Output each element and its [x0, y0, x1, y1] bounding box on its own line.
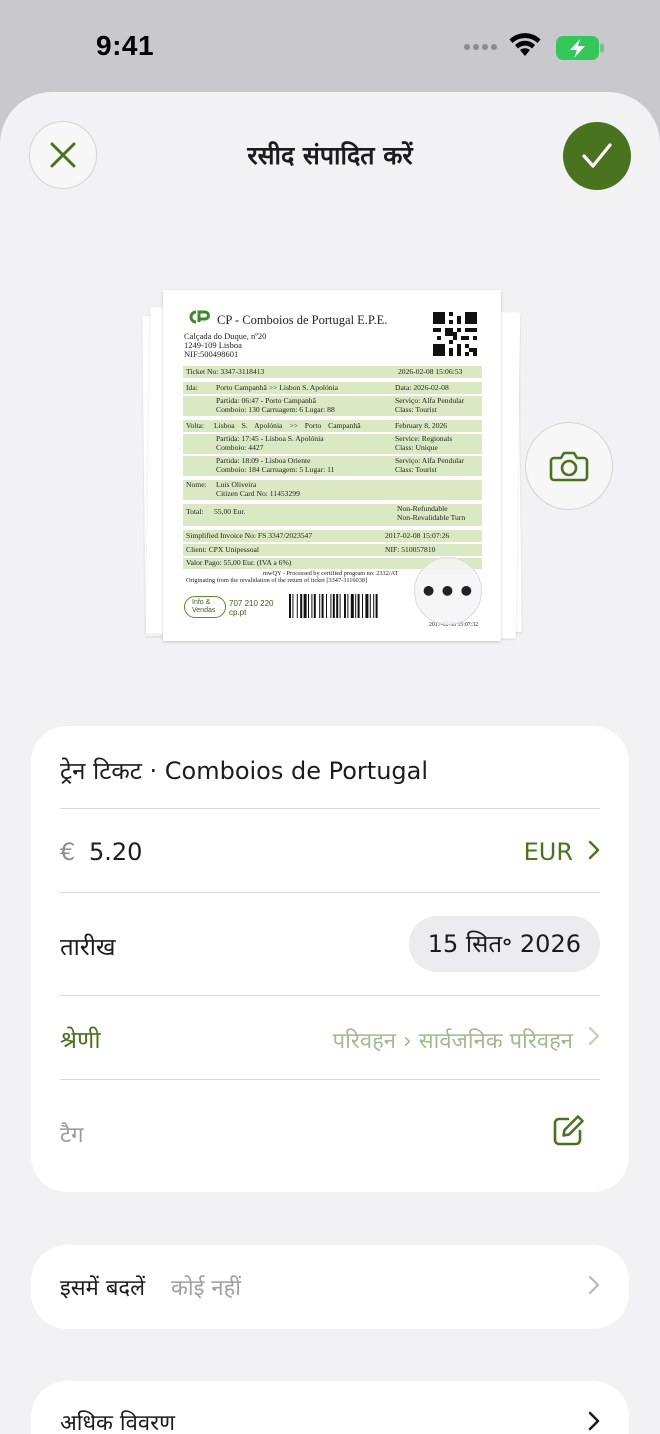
receipt-ida-details: Partida: 06:47 - Porto Campanhã Comboio:…: [183, 396, 482, 416]
receipt-ticket-row: Ticket No: 3347-3118413 2026-02-08 15:06…: [183, 366, 482, 378]
receipt-processed: mwQY - Processed by certified program no…: [263, 570, 399, 577]
receipt-originating: Originating from the revalidation of the…: [186, 577, 368, 584]
chevron-right-icon: [588, 1275, 600, 1295]
status-bar: 9:41: [0, 0, 660, 92]
edit-receipt-sheet: रसीद संपादित करें CP - Comboios de Portu…: [0, 92, 660, 1434]
receipt-volta-details-2: Partida: 18:09 - Lisboa Oriente Comboio:…: [183, 456, 482, 476]
chevron-right-icon: [588, 840, 600, 860]
more-icon: •••: [419, 574, 477, 608]
wifi-icon: [509, 33, 541, 56]
chevron-right-icon: [588, 1411, 600, 1431]
more-options-button[interactable]: •••: [414, 557, 482, 625]
info-vendas-logo: Info & Vendas: [184, 596, 226, 618]
edit-icon[interactable]: [551, 1114, 585, 1148]
page-title: रसीद संपादित करें: [247, 141, 413, 170]
divider: [60, 995, 600, 996]
receipt-phone: 707 210 220 cp.pt: [229, 599, 274, 617]
more-details-label: अधिक विवरण: [60, 1411, 175, 1434]
barcode: [289, 594, 378, 618]
tags-field[interactable]: टैग: [60, 1119, 83, 1149]
receipt-company: CP - Comboios de Portugal E.P.E.: [217, 313, 388, 327]
camera-icon: [549, 451, 589, 482]
battery-charging-icon: [556, 36, 604, 60]
category-selector[interactable]: परिवहन › सार्वजनिक परिवहन: [333, 1025, 573, 1055]
replace-value: कोई नहीं: [171, 1276, 241, 1301]
cp-logo: [189, 310, 210, 324]
currency-selector[interactable]: EUR: [524, 838, 573, 866]
camera-button[interactable]: [525, 422, 613, 510]
receipt-name-row: Nome: Luis Oliveira Citizen Card No: 114…: [183, 480, 482, 500]
chevron-right-icon: [588, 1026, 600, 1046]
checkmark-icon: [582, 143, 612, 168]
category-label: श्रेणी: [60, 1026, 101, 1054]
divider: [60, 808, 600, 809]
divider: [60, 1079, 600, 1080]
confirm-button[interactable]: [563, 122, 631, 190]
amount-field[interactable]: 5.20: [89, 838, 142, 866]
cellular-icon: [464, 44, 497, 50]
receipt-client-row: Client: CPX Unipessoal NIF: 510057810: [183, 544, 482, 556]
receipt-address: Calçada do Duque, nº20 1249-109 Lisboa N…: [184, 331, 267, 359]
replace-row[interactable]: इसमें बदलें कोई नहीं: [31, 1245, 629, 1329]
merchant-field[interactable]: ट्रेन टिकट · Comboios de Portugal: [60, 754, 600, 787]
receipt-total-row: Total: 55,00 Eur. Non-Refundable Non-Rev…: [183, 504, 482, 526]
receipt-volta-details-1: Partida: 17:45 - Lisboa S. Apolónia Comb…: [183, 434, 482, 454]
receipt-invoice-row: Simplified Invoice No: FS 3347/2023547 2…: [183, 530, 482, 542]
divider: [60, 892, 600, 893]
currency-symbol: €: [60, 838, 76, 866]
receipt-details-card: ट्रेन टिकट · Comboios de Portugal € 5.20…: [31, 726, 629, 1192]
replace-label: इसमें बदलें: [60, 1276, 145, 1301]
status-time: 9:41: [96, 30, 155, 61]
date-picker[interactable]: 15 सित॰ 2026: [408, 916, 600, 972]
date-label: तारीख: [60, 933, 116, 961]
receipt-ida-row: Ida: Porto Campanhã >> Lisbon S. Apolóni…: [183, 382, 482, 394]
receipt-volta-row: Volta: Lisboa S. Apolónia >> Porto Campa…: [183, 420, 482, 432]
more-details-row[interactable]: अधिक विवरण: [31, 1381, 629, 1434]
qr-code: [433, 312, 477, 356]
